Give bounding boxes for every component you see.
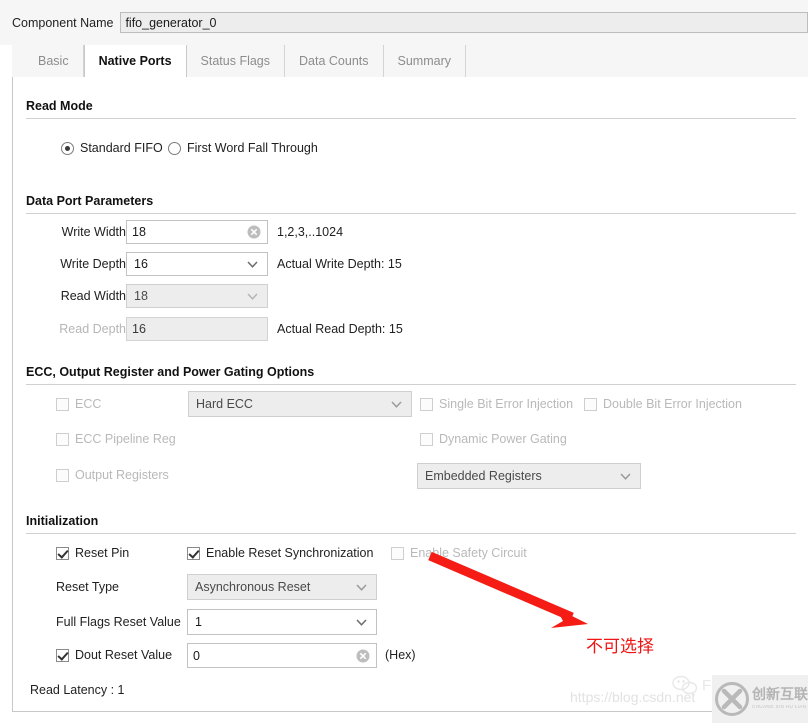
watermark-logo: 创新互联 CHUANG XIN HU LIAN xyxy=(712,675,808,723)
tab-status-flags[interactable]: Status Flags xyxy=(187,45,286,77)
watermark-logo-cn: 创新互联 xyxy=(752,687,808,703)
radio-standard-fifo-label: Standard FIFO xyxy=(80,141,163,155)
clear-circle-icon[interactable] xyxy=(247,225,261,239)
input-write-width[interactable]: 18 xyxy=(126,220,268,244)
select-full-flags-reset-value[interactable]: 1 xyxy=(187,609,377,635)
label-reset-type: Reset Type xyxy=(56,580,120,594)
select-ecc-mode[interactable]: Hard ECC xyxy=(188,391,412,417)
chevron-down-icon xyxy=(356,584,367,591)
input-dout-reset-value[interactable]: 0 xyxy=(187,643,377,668)
checkbox-enable-safety-circuit-icon xyxy=(391,546,404,560)
note-actual-write-depth: Actual Write Depth: 15 xyxy=(277,257,402,271)
checkbox-dout-reset-value-label: Dout Reset Value xyxy=(75,648,173,662)
checkbox-ecc-icon xyxy=(56,397,69,411)
chevron-down-icon xyxy=(247,261,258,268)
note-actual-read-depth: Actual Read Depth: 15 xyxy=(277,322,403,336)
chevron-down-icon xyxy=(247,293,258,300)
tab-bar: Basic Native Ports Status Flags Data Cou… xyxy=(12,45,808,78)
checkbox-ecc-pipeline-reg[interactable]: ECC Pipeline Reg xyxy=(56,432,176,446)
checkbox-double-bit-error-injection-icon xyxy=(584,397,597,411)
checkbox-output-registers-label: Output Registers xyxy=(75,468,169,482)
section-title-initialization: Initialization xyxy=(26,514,99,528)
tab-data-counts[interactable]: Data Counts xyxy=(285,45,384,77)
section-title-ecc: ECC, Output Register and Power Gating Op… xyxy=(26,365,315,379)
native-ports-panel: Read Mode Standard FIFO First Word Fall … xyxy=(12,77,808,712)
section-rule-read-mode xyxy=(26,118,796,119)
label-full-flags-reset-value: Full Flags Reset Value xyxy=(56,615,181,629)
label-read-latency: Read Latency : 1 xyxy=(30,683,125,697)
chevron-down-icon xyxy=(620,473,631,480)
component-name-label: Component Name xyxy=(12,15,114,30)
checkbox-single-bit-error-injection[interactable]: Single Bit Error Injection xyxy=(420,397,573,411)
watermark-logo-text: 创新互联 CHUANG XIN HU LIAN xyxy=(752,688,808,710)
chevron-down-icon xyxy=(391,401,402,408)
checkbox-enable-safety-circuit[interactable]: Enable Safety Circuit xyxy=(391,546,527,560)
checkbox-dynamic-power-gating[interactable]: Dynamic Power Gating xyxy=(420,432,567,446)
checkbox-reset-pin[interactable]: Reset Pin xyxy=(56,546,129,560)
tab-bar-filler xyxy=(466,45,808,77)
checkbox-double-bit-error-injection[interactable]: Double Bit Error Injection xyxy=(584,397,742,411)
label-read-depth: Read Depth xyxy=(59,322,126,336)
checkbox-ecc-pipeline-reg-label: ECC Pipeline Reg xyxy=(75,432,176,446)
checkbox-output-registers-icon xyxy=(56,468,69,482)
wechat-icon xyxy=(672,675,698,695)
section-title-read-mode: Read Mode xyxy=(26,99,93,113)
checkbox-ecc-label: ECC xyxy=(75,397,102,411)
checkbox-single-bit-error-injection-label: Single Bit Error Injection xyxy=(439,397,574,411)
checkbox-reset-pin-label: Reset Pin xyxy=(75,546,130,560)
select-register-type[interactable]: Embedded Registers xyxy=(417,463,641,489)
chevron-down-icon xyxy=(356,619,367,626)
checkbox-dout-reset-value[interactable]: Dout Reset Value xyxy=(56,648,172,662)
section-title-data-port-parameters: Data Port Parameters xyxy=(26,194,154,208)
checkbox-output-registers[interactable]: Output Registers xyxy=(56,468,169,482)
section-rule-data-port xyxy=(26,213,796,214)
checkbox-ecc[interactable]: ECC xyxy=(56,397,101,411)
tab-basic[interactable]: Basic xyxy=(24,45,84,77)
checkbox-dout-reset-value-icon xyxy=(56,648,69,662)
tab-native-ports[interactable]: Native Ports xyxy=(83,45,187,78)
checkbox-double-bit-error-injection-label: Double Bit Error Injection xyxy=(603,397,742,411)
clear-circle-icon[interactable] xyxy=(356,649,370,663)
hint-write-width: 1,2,3,..1024 xyxy=(277,225,344,239)
tab-summary[interactable]: Summary xyxy=(384,45,466,77)
checkbox-single-bit-error-injection-icon xyxy=(420,397,433,411)
checkbox-reset-pin-icon xyxy=(56,546,69,560)
section-rule-initialization xyxy=(26,533,796,534)
select-reset-type[interactable]: Asynchronous Reset xyxy=(187,574,377,600)
checkbox-enable-safety-circuit-label: Enable Safety Circuit xyxy=(410,546,527,560)
component-name-input[interactable]: fifo_generator_0 xyxy=(120,12,808,33)
label-write-width: Write Width xyxy=(61,225,126,239)
radio-first-word-fall-through-icon xyxy=(168,141,181,155)
radio-first-word-fall-through[interactable]: First Word Fall Through xyxy=(168,141,318,155)
checkbox-dynamic-power-gating-label: Dynamic Power Gating xyxy=(439,432,567,446)
suffix-dout-reset-value: (Hex) xyxy=(385,648,416,662)
radio-first-word-fall-through-label: First Word Fall Through xyxy=(187,141,318,155)
section-rule-ecc xyxy=(26,384,796,385)
checkbox-dynamic-power-gating-icon xyxy=(420,432,433,446)
annotation-text: 不可选择 xyxy=(586,637,654,657)
checkbox-enable-reset-synchronization-label: Enable Reset Synchronization xyxy=(206,546,374,560)
watermark-logo-pinyin: CHUANG XIN HU LIAN xyxy=(752,704,807,709)
radio-standard-fifo[interactable]: Standard FIFO xyxy=(61,141,163,155)
select-read-width[interactable]: 18 xyxy=(126,284,268,308)
label-read-width: Read Width xyxy=(60,289,126,303)
component-name-bar: Component Name fifo_generator_0 xyxy=(0,0,808,45)
checkbox-ecc-pipeline-reg-icon xyxy=(56,432,69,446)
label-write-depth: Write Depth xyxy=(60,257,126,271)
select-write-depth[interactable]: 16 xyxy=(126,252,268,276)
checkbox-enable-reset-synchronization[interactable]: Enable Reset Synchronization xyxy=(187,546,373,560)
radio-standard-fifo-icon xyxy=(61,141,74,155)
checkbox-enable-reset-synchronization-icon xyxy=(187,546,200,560)
input-read-depth: 16 xyxy=(126,317,268,341)
x-badge-icon xyxy=(715,682,749,716)
